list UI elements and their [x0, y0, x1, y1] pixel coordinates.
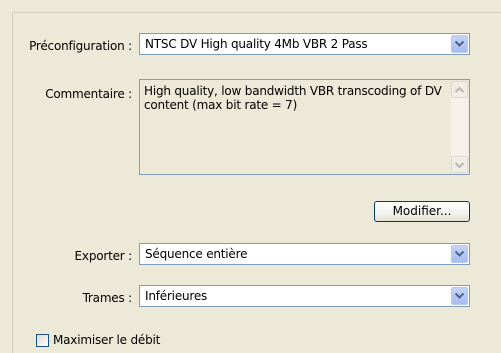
preset-value: NTSC DV High quality 4Mb VBR 2 Pass [145, 37, 368, 51]
chevron-down-icon[interactable] [451, 245, 468, 263]
comment-scrollbar[interactable] [451, 81, 468, 173]
scroll-down-arrow-icon[interactable] [451, 156, 468, 173]
chevron-down-icon[interactable] [451, 287, 468, 305]
scroll-up-arrow-icon[interactable] [451, 81, 468, 98]
modify-button[interactable]: Modifier... [374, 201, 470, 222]
preset-dropdown[interactable]: NTSC DV High quality 4Mb VBR 2 Pass [139, 33, 470, 55]
export-value: Séquence entière [145, 247, 248, 261]
maximize-bitrate-checkbox[interactable] [36, 334, 49, 347]
maximize-bitrate-label[interactable]: Maximiser le débit [53, 333, 160, 347]
comment-text: High quality, low bandwidth VBR transcod… [144, 84, 442, 112]
fields-value: Inférieures [145, 289, 208, 303]
fields-dropdown[interactable]: Inférieures [139, 285, 470, 307]
preset-label: Préconfiguration : [29, 39, 132, 53]
chevron-down-icon[interactable] [451, 35, 468, 53]
export-dropdown[interactable]: Séquence entière [139, 243, 470, 265]
comment-textarea[interactable]: High quality, low bandwidth VBR transcod… [139, 79, 470, 175]
comment-label: Commentaire : [45, 87, 132, 101]
export-label: Exporter : [74, 249, 133, 263]
fields-label: Trames : [82, 291, 133, 305]
